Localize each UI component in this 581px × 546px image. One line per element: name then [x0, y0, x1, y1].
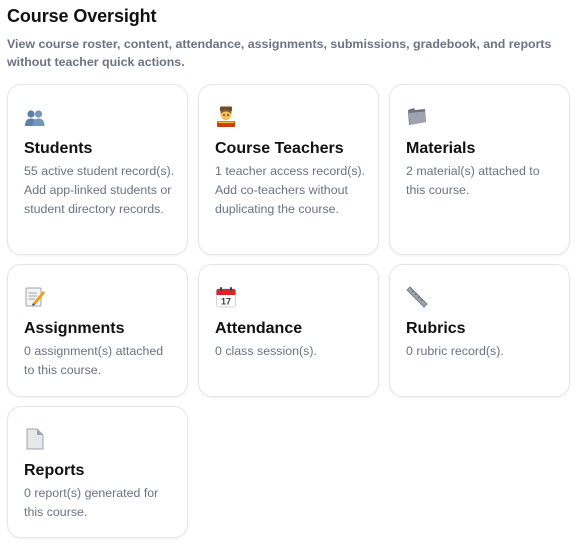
folder-icon [406, 106, 428, 128]
calendar-icon: 17 [215, 286, 237, 308]
card-title: Course Teachers [215, 140, 344, 157]
card-title: Assignments [24, 320, 125, 337]
card-title: Rubrics [406, 320, 466, 337]
assignments-card[interactable]: Assignments 0 assignment(s) attached to … [7, 264, 188, 397]
card-description: 2 material(s) attached to this course. [406, 164, 540, 197]
card-description: 0 assignment(s) attached to this course. [24, 344, 164, 377]
course-teachers-card[interactable]: Course Teachers 1 teacher access record(… [198, 84, 379, 255]
calendar-day: 17 [221, 297, 231, 307]
card-title: Attendance [215, 320, 303, 337]
reports-card[interactable]: Reports 0 report(s) generated for this c… [7, 406, 188, 538]
students-card[interactable]: Students 55 active student record(s). Ad… [7, 84, 188, 255]
memo-icon [24, 286, 46, 308]
card-description: 0 class session(s). [215, 344, 317, 358]
ruler-icon [406, 286, 428, 308]
document-icon [24, 428, 46, 450]
card-description: 55 active student record(s). Add app-lin… [24, 164, 175, 216]
card-description: 1 teacher access record(s). Add co-teach… [215, 164, 366, 216]
card-title: Materials [406, 140, 476, 157]
card-description: 0 rubric record(s). [406, 344, 504, 358]
students-icon [24, 106, 46, 128]
page-title: Course Oversight [7, 6, 157, 26]
card-title: Students [24, 140, 93, 157]
page-subtitle: View course roster, content, attendance,… [7, 37, 552, 69]
card-description: 0 report(s) generated for this course. [24, 486, 159, 519]
rubrics-card[interactable]: Rubrics 0 rubric record(s). [389, 264, 570, 397]
materials-card[interactable]: Materials 2 material(s) attached to this… [389, 84, 570, 255]
attendance-card[interactable]: 17 Attendance 0 class session(s). [198, 264, 379, 397]
teacher-icon [215, 106, 237, 128]
card-title: Reports [24, 462, 85, 479]
